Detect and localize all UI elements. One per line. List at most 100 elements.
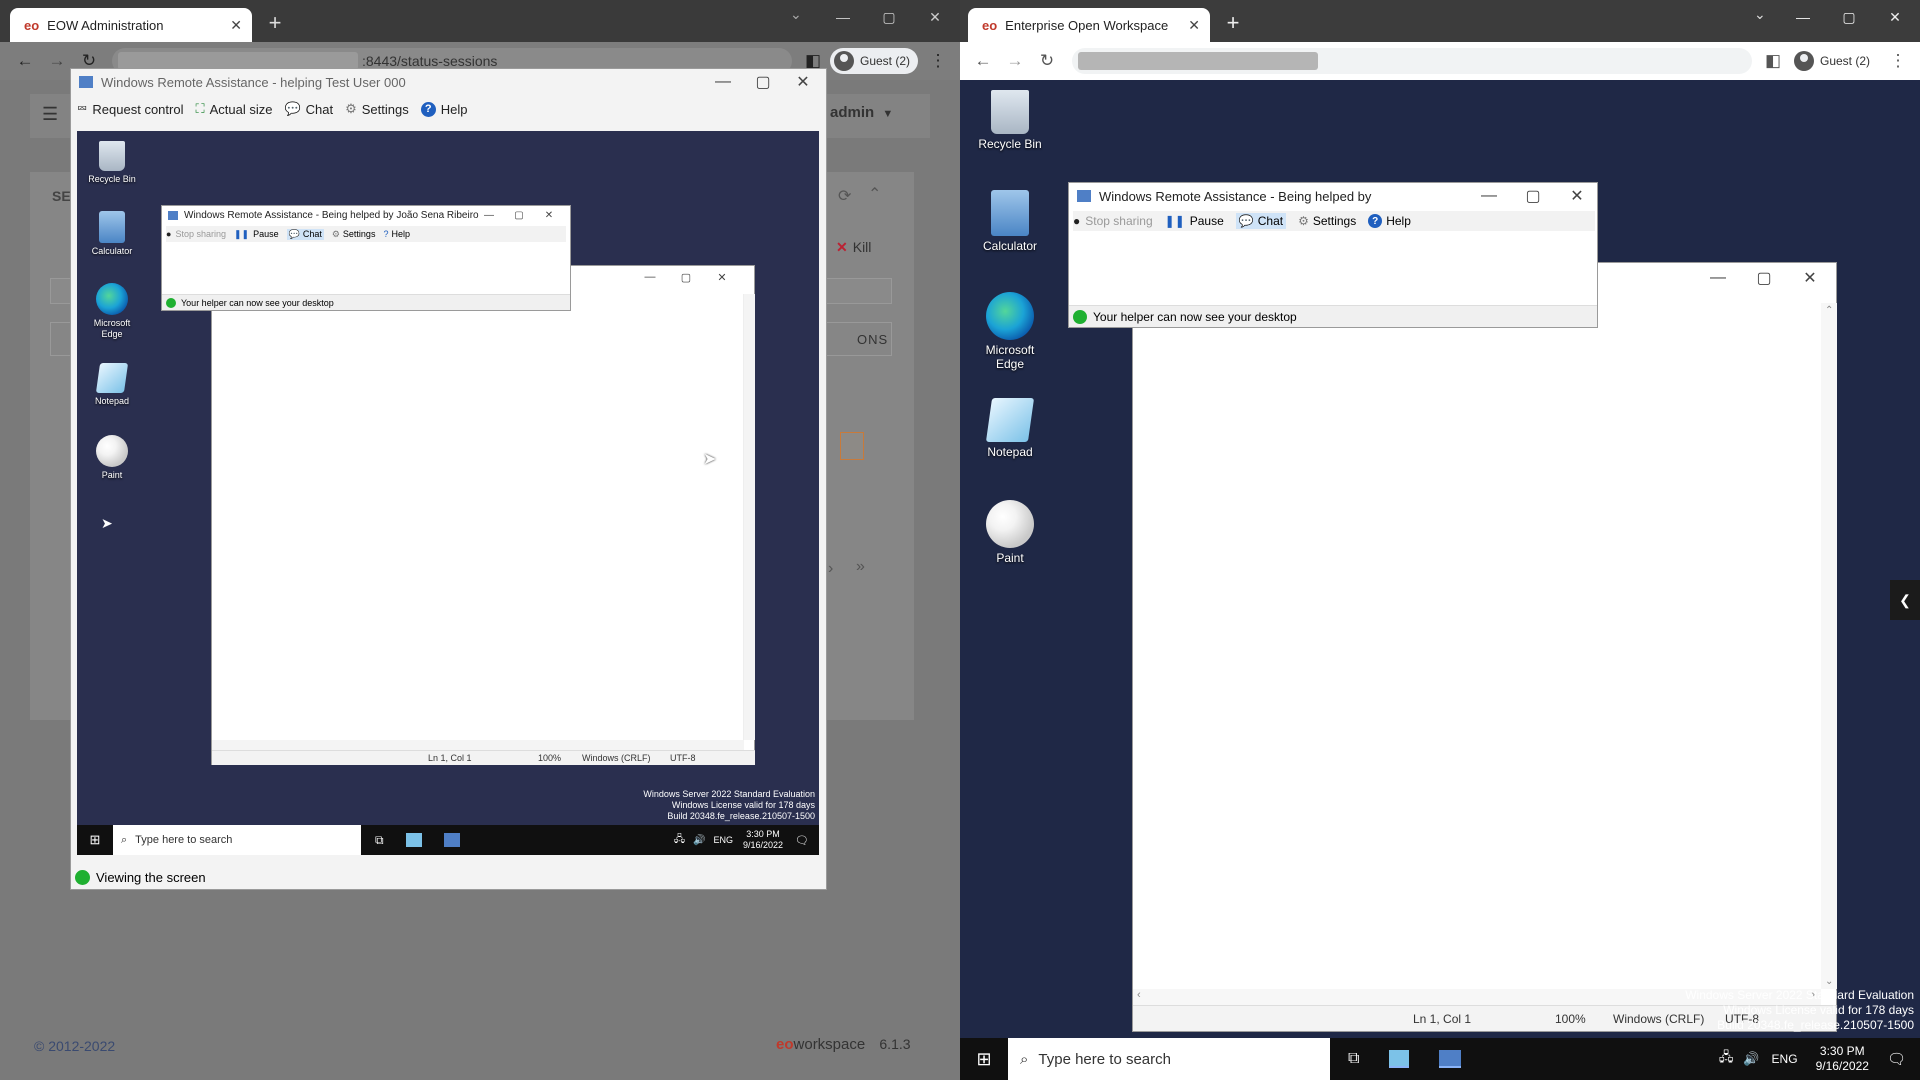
big-stop-sharing-button[interactable]: ● Stop sharing: [1073, 214, 1153, 228]
profile-button[interactable]: Guest (2): [830, 48, 919, 74]
close-tab-icon[interactable]: ✕: [230, 17, 242, 34]
big-pause-button[interactable]: ❚❚ Pause: [1165, 214, 1224, 228]
taskbar-notepad-icon[interactable]: [405, 833, 422, 847]
scroll-left-icon[interactable]: ‹: [1137, 989, 1141, 1001]
settings-button[interactable]: ⚙ Settings: [345, 101, 409, 117]
back-icon[interactable]: ←: [970, 48, 996, 74]
desktop-icon-recycle-bin[interactable]: Recycle Bin: [964, 90, 1056, 151]
taskbar-clock[interactable]: 3:30 PM 9/16/2022: [743, 829, 783, 851]
tab-enterprise-open-workspace[interactable]: eo Enterprise Open Workspace ✕: [968, 8, 1210, 42]
network-icon[interactable]: 🖧: [674, 832, 685, 849]
taskbar-ra-icon[interactable]: [443, 833, 460, 847]
ra-close-button[interactable]: ✕: [783, 69, 823, 95]
small-ra-close-button[interactable]: ✕: [534, 206, 564, 224]
volume-icon[interactable]: 🔊: [693, 835, 705, 846]
notification-icon[interactable]: 🗨: [795, 834, 809, 847]
notepad-horizontal-scrollbar[interactable]: [212, 740, 744, 750]
big-settings-button[interactable]: ⚙ Settings: [1298, 214, 1356, 228]
hamburger-menu-icon[interactable]: ☰: [42, 104, 58, 125]
taskbar-ra-icon[interactable]: [1439, 1050, 1462, 1068]
chat-button[interactable]: 💬 Chat: [284, 101, 333, 117]
new-tab-button[interactable]: +: [262, 10, 288, 36]
notepad-close-button[interactable]: ✕: [1787, 263, 1833, 293]
address-bar[interactable]: [1072, 48, 1752, 74]
task-view-icon[interactable]: ⧉: [375, 833, 384, 848]
taskbar-clock[interactable]: 3:30 PM 9/16/2022: [1816, 1044, 1869, 1074]
desktop-icon-notepad[interactable]: Notepad: [77, 363, 147, 407]
remote-screen-small[interactable]: Recycle Bin Calculator Microsoft Edge No…: [77, 131, 819, 855]
notepad-text-area[interactable]: [212, 294, 744, 740]
menu-dots-icon[interactable]: ⋮: [1888, 48, 1908, 74]
side-panel-toggle-button[interactable]: ❮: [1890, 580, 1920, 620]
notepad-vertical-scrollbar[interactable]: [744, 294, 755, 740]
notepad-minimize-button[interactable]: —: [1695, 263, 1741, 293]
profile-button[interactable]: Guest (2): [1790, 48, 1879, 74]
lang-indicator[interactable]: ENG: [713, 835, 733, 845]
small-help-button[interactable]: ? Help: [383, 229, 410, 239]
lang-indicator[interactable]: ENG: [1772, 1052, 1798, 1066]
tab-list-chevron-icon[interactable]: ⌄: [790, 6, 802, 23]
small-chat-button[interactable]: 💬 Chat: [286, 228, 324, 240]
desktop-icon-paint[interactable]: Paint: [77, 435, 147, 481]
taskbar-search-box[interactable]: ⌕ Type here to search: [1008, 1038, 1330, 1080]
help-button[interactable]: ? Help: [420, 101, 468, 117]
desktop-icon-calculator[interactable]: Calculator: [964, 190, 1056, 253]
big-ra-close-button[interactable]: ✕: [1555, 183, 1599, 209]
network-icon[interactable]: 🖧: [1719, 1048, 1734, 1070]
reload-icon[interactable]: ↻: [1034, 48, 1060, 74]
notepad-vertical-scrollbar[interactable]: ⌃ ⌄: [1821, 303, 1837, 989]
big-chat-button[interactable]: 💬 Chat: [1235, 213, 1287, 229]
notepad-maximize-button[interactable]: ▢: [668, 266, 704, 288]
close-window-button[interactable]: ✕: [912, 0, 958, 34]
notification-icon[interactable]: 🗨: [1887, 1050, 1906, 1068]
notepad-minimize-button[interactable]: —: [632, 266, 668, 288]
scroll-down-icon[interactable]: ⌄: [1825, 976, 1833, 987]
start-button-icon[interactable]: ⊞: [960, 1049, 1008, 1070]
forward-icon[interactable]: →: [1002, 48, 1028, 74]
big-ra-minimize-button[interactable]: —: [1467, 183, 1511, 209]
tab-eow-administration[interactable]: eo EOW Administration ✕: [10, 8, 252, 42]
big-ra-maximize-button[interactable]: ▢: [1511, 183, 1555, 209]
task-view-icon[interactable]: ⧉: [1348, 1050, 1359, 1068]
desktop-icon-notepad[interactable]: Notepad: [964, 398, 1056, 459]
menu-dots-icon[interactable]: ⋮: [928, 48, 948, 74]
taskbar-notepad-icon[interactable]: [1389, 1050, 1410, 1068]
desktop-icon-edge[interactable]: Microsoft Edge: [964, 292, 1056, 371]
small-pause-button[interactable]: ❚❚ Pause: [234, 229, 279, 240]
scroll-up-icon[interactable]: ⌃: [1825, 305, 1833, 316]
start-button-icon[interactable]: ⊞: [77, 832, 113, 848]
kill-button[interactable]: ✕ Kill: [836, 232, 890, 262]
side-panel-icon[interactable]: ◧: [1760, 48, 1786, 74]
notepad-text-area[interactable]: [1133, 303, 1821, 989]
minimize-button[interactable]: —: [820, 0, 866, 34]
back-icon[interactable]: ←: [12, 48, 38, 74]
small-ra-maximize-button[interactable]: ▢: [504, 206, 534, 224]
ra-maximize-button[interactable]: ▢: [743, 69, 783, 95]
close-window-button[interactable]: ✕: [1872, 0, 1918, 34]
small-settings-button[interactable]: ⚙ Settings: [332, 229, 376, 240]
remote-screen-big[interactable]: Recycle Bin Calculator Microsoft Edge No…: [960, 80, 1920, 1080]
desktop-icon-paint[interactable]: Paint: [964, 500, 1056, 565]
taskbar-search-box[interactable]: ⌕ Type here to search: [113, 825, 361, 855]
small-ra-minimize-button[interactable]: —: [474, 206, 504, 224]
last-page-icon[interactable]: »: [856, 558, 865, 576]
close-tab-icon[interactable]: ✕: [1188, 17, 1200, 34]
admin-user-menu[interactable]: admin ▼: [830, 104, 893, 121]
actual-size-button[interactable]: ⛶ Actual size: [195, 101, 272, 117]
refresh-icon[interactable]: ⟳: [838, 186, 851, 206]
notepad-maximize-button[interactable]: ▢: [1741, 263, 1787, 293]
volume-icon[interactable]: 🔊: [1743, 1051, 1759, 1067]
small-stop-sharing-button[interactable]: ● Stop sharing: [166, 229, 226, 239]
notepad-close-button[interactable]: ✕: [704, 266, 740, 288]
next-page-icon[interactable]: ›: [828, 560, 833, 578]
collapse-icon[interactable]: ⌃: [868, 184, 881, 204]
minimize-button[interactable]: —: [1780, 0, 1826, 34]
forward-icon[interactable]: →: [44, 48, 70, 74]
request-control-button[interactable]: ⮹ Request control: [77, 101, 183, 117]
big-help-button[interactable]: ? Help: [1368, 214, 1411, 228]
maximize-button[interactable]: ▢: [866, 0, 912, 34]
maximize-button[interactable]: ▢: [1826, 0, 1872, 34]
session-action-icon[interactable]: [840, 432, 864, 460]
desktop-icon-calculator[interactable]: Calculator: [77, 211, 147, 257]
desktop-icon-recycle-bin[interactable]: Recycle Bin: [77, 141, 147, 185]
